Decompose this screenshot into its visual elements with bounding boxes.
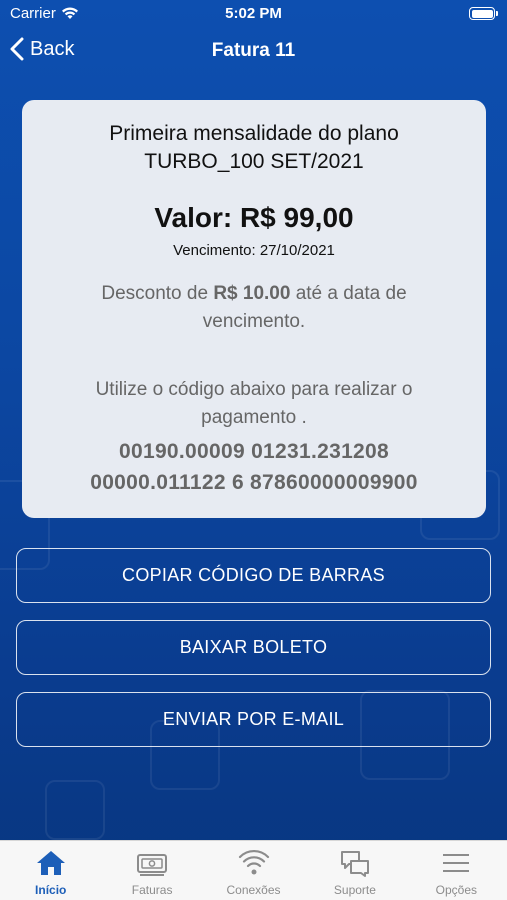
invoice-title: Primeira mensalidade do plano TURBO_100 … [42, 120, 466, 176]
tab-suporte[interactable]: Suporte [304, 841, 405, 900]
tab-label: Conexões [226, 883, 281, 897]
bill-icon [137, 854, 168, 876]
screen: Carrier 5:02 PM Back Fatura 11 Primeira … [0, 0, 507, 900]
background-square-decoration [45, 780, 105, 840]
tab-bar: Início Faturas Conexões Suporte Opções [0, 840, 507, 900]
tab-label: Suporte [333, 883, 376, 897]
home-icon [36, 851, 65, 875]
tab-label: Início [35, 883, 67, 897]
navigation-bar: Back Fatura 11 [0, 30, 507, 76]
discount-prefix: Desconto de [101, 283, 214, 304]
tab-label: Opções [435, 883, 477, 897]
copy-barcode-button[interactable]: COPIAR CÓDIGO DE BARRAS [16, 548, 491, 603]
invoice-due-date: Vencimento: 27/10/2021 [173, 242, 335, 259]
discount-text: Desconto de R$ 10.00 até a data de venci… [72, 280, 436, 336]
barcode-number[interactable]: 00190.00009 01231.231208 00000.011122 6 … [32, 436, 476, 498]
discount-value: R$ 10.00 [213, 283, 291, 304]
invoice-title-line1: Primeira mensalidade do plano [109, 122, 399, 145]
payment-instruction: Utilize o código abaixo para realizar o … [95, 379, 413, 428]
download-boleto-button[interactable]: BAIXAR BOLETO [16, 620, 491, 675]
menu-icon [443, 854, 470, 872]
wifi-icon [238, 850, 269, 875]
tab-label: Faturas [131, 883, 173, 897]
status-time: 5:02 PM [225, 5, 282, 22]
barcode-line2: 00000.011122 6 87860000009900 [90, 471, 418, 494]
tab-conexoes[interactable]: Conexões [203, 841, 304, 900]
chat-icon [340, 851, 369, 877]
send-email-button[interactable]: ENVIAR POR E-MAIL [16, 692, 491, 747]
barcode-line1: 00190.00009 01231.231208 [119, 440, 389, 463]
tab-inicio[interactable]: Início [0, 841, 101, 900]
tab-faturas[interactable]: Faturas [101, 841, 202, 900]
battery-icon [469, 7, 498, 20]
invoice-title-line2: TURBO_100 SET/2021 [144, 150, 364, 173]
tab-opcoes[interactable]: Opções [406, 841, 507, 900]
invoice-amount: Valor: R$ 99,00 [154, 202, 354, 233]
status-bar: Carrier 5:02 PM [0, 0, 507, 28]
page-title: Fatura 11 [211, 40, 296, 61]
invoice-card: Primeira mensalidade do plano TURBO_100 … [22, 100, 486, 518]
